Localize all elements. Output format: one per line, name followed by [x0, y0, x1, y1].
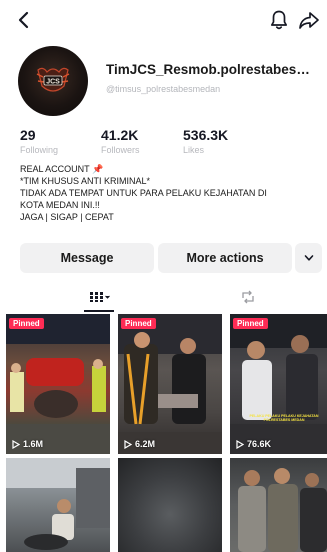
tab-active-indicator: [84, 310, 114, 312]
following-label: Following: [20, 145, 59, 155]
pinned-badge: Pinned: [9, 318, 44, 329]
likes-count: 536.3K: [183, 127, 229, 143]
play-icon: [236, 439, 244, 449]
video-tile[interactable]: Pinned 1.6M: [6, 314, 110, 454]
chevron-down-icon: [304, 255, 313, 261]
video-tile[interactable]: [118, 458, 222, 552]
view-count: 1.6M: [12, 439, 43, 449]
video-thumbnail: [230, 314, 327, 454]
share-arrow-icon[interactable]: [298, 10, 320, 30]
stat-followers[interactable]: 41.2K Followers: [101, 127, 140, 155]
video-caption: PELAKU PELAKU PELAKU KEJAHATAN POLRESTAB…: [249, 414, 319, 423]
avatar[interactable]: JCS: [18, 46, 88, 116]
bio-line-text: REAL ACCOUNT: [20, 164, 90, 174]
more-actions-button[interactable]: More actions: [158, 243, 292, 273]
pushpin-icon: 📌: [92, 164, 104, 174]
bell-icon[interactable]: [269, 9, 289, 31]
play-icon: [124, 439, 132, 449]
play-icon: [12, 439, 20, 449]
video-thumbnail: [6, 314, 110, 454]
video-tile[interactable]: Pinned 6.2M: [118, 314, 222, 454]
dropdown-button[interactable]: [295, 243, 322, 273]
handle: @timsus_polrestabesmedan: [106, 84, 221, 94]
view-count-text: 6.2M: [135, 439, 156, 449]
bio-line-1: REAL ACCOUNT 📌: [20, 163, 320, 175]
likes-label: Likes: [183, 145, 205, 155]
bio: REAL ACCOUNT 📌 *TIM KHUSUS ANTI KRIMINAL…: [20, 163, 320, 223]
video-thumbnail: [238, 468, 327, 552]
repost-icon: [242, 290, 254, 304]
jcs-emblem-icon: JCS: [36, 67, 70, 92]
back-arrow-icon[interactable]: [14, 10, 34, 30]
video-thumbnail: [6, 458, 110, 550]
top-bar: [0, 0, 327, 40]
bio-line-3: TIDAK ADA TEMPAT UNTUK PARA PELAKU KEJAH…: [20, 188, 267, 198]
pinned-badge: Pinned: [233, 318, 268, 329]
stat-likes[interactable]: 536.3K Likes: [183, 127, 228, 155]
pinned-badge: Pinned: [121, 318, 156, 329]
message-button[interactable]: Message: [20, 243, 154, 273]
bio-line-2: *TIM KHUSUS ANTI KRIMINAL*: [20, 176, 151, 186]
bio-line-5: JAGA | SIGAP | CEPAT: [20, 212, 114, 222]
video-tile[interactable]: [230, 458, 327, 552]
followers-label: Followers: [101, 145, 140, 155]
followers-count: 41.2K: [101, 127, 139, 143]
view-count-text: 1.6M: [23, 439, 44, 449]
stat-following[interactable]: 29 Following: [20, 127, 58, 155]
video-tile[interactable]: [6, 458, 110, 552]
avatar-logo-text: JCS: [46, 78, 60, 85]
tab-reposts[interactable]: [230, 282, 266, 312]
view-count: 6.2M: [124, 439, 155, 449]
grid-icon: [90, 292, 110, 302]
profile-tabs: [0, 282, 327, 312]
video-tile[interactable]: Pinned PELAKU PELAKU PELAKU KEJAHATAN PO…: [230, 314, 327, 454]
view-count: 76.6K: [236, 439, 271, 449]
following-count: 29: [20, 127, 36, 143]
view-count-text: 76.6K: [247, 439, 272, 449]
bio-line-4: KOTA MEDAN INI.!!: [20, 200, 100, 210]
video-grid: Pinned 1.6M Pinned 6.2M Pinned PELAKU PE…: [6, 314, 327, 552]
video-thumbnail: [118, 314, 222, 454]
display-name: TimJCS_Resmob.polrestabesmedan: [106, 62, 321, 77]
tab-videos[interactable]: [78, 282, 122, 312]
